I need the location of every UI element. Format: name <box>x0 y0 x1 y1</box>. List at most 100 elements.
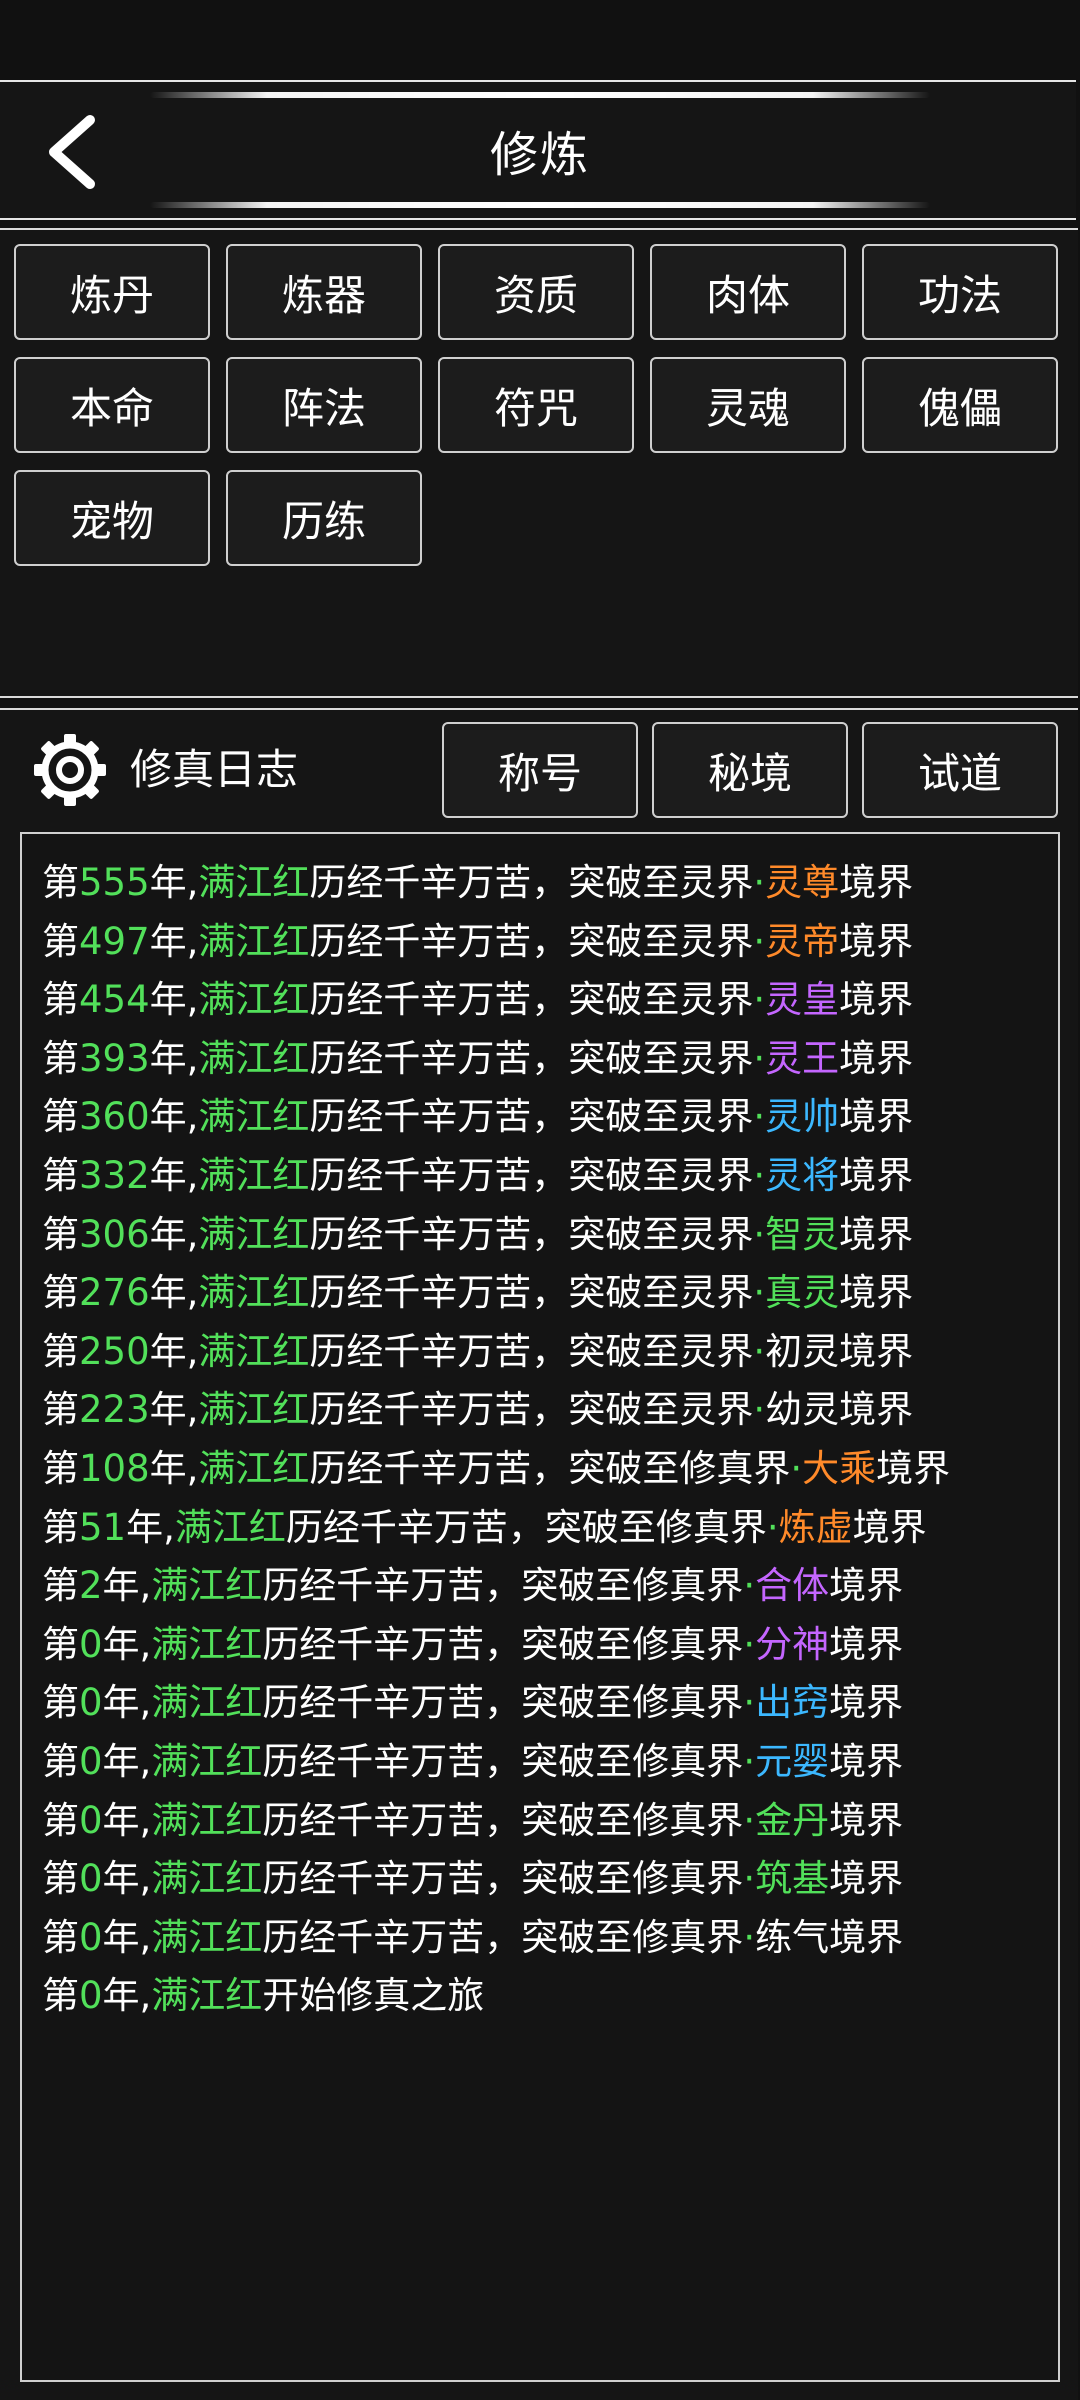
log-realm: 出窍 <box>755 1681 830 1725</box>
secret-realm-button[interactable]: 秘境 <box>652 722 848 818</box>
log-separator-dot: · <box>753 1212 766 1256</box>
trial-button[interactable]: 试道 <box>862 722 1058 818</box>
chevron-left-icon <box>49 115 95 189</box>
log-suffix: 境界 <box>839 978 914 1022</box>
log-realm: 智灵 <box>765 1212 840 1256</box>
log-character-name: 满江红 <box>198 1095 310 1139</box>
log-character-name: 满江红 <box>151 1564 263 1608</box>
log-prefix: 第 <box>42 1329 79 1373</box>
tab-forging[interactable]: 炼器 <box>226 244 422 340</box>
tab-talisman[interactable]: 符咒 <box>438 357 634 453</box>
log-entry: 第0年,满江红历经千辛万苦，突破至修真界·金丹境界 <box>42 1792 903 1850</box>
log-year: 306 <box>79 1212 150 1256</box>
log-realm: 灵尊 <box>765 861 840 904</box>
log-year: 2 <box>79 1564 103 1608</box>
log-entry: 第497年,满江红历经千辛万苦，突破至灵界·灵帝境界 <box>42 913 913 971</box>
log-prefix: 第 <box>42 1388 79 1432</box>
log-suffix: 境界 <box>829 1915 904 1959</box>
log-entry: 第276年,满江红历经千辛万苦，突破至灵界·真灵境界 <box>42 1264 913 1322</box>
tab-pet[interactable]: 宠物 <box>14 470 210 566</box>
log-separator-dot: · <box>790 1447 803 1490</box>
log-entry: 第0年,满江红历经千辛万苦，突破至修真界·练气境界 <box>42 1909 903 1967</box>
log-suffix: 境界 <box>829 1798 904 1842</box>
tab-body[interactable]: 肉体 <box>650 244 846 340</box>
log-title: 修真日志 <box>130 745 299 794</box>
log-separator-dot: · <box>753 1154 766 1197</box>
log-prefix: 第 <box>42 978 79 1022</box>
log-prefix: 第 <box>42 1681 79 1725</box>
log-prefix: 第 <box>42 1036 79 1080</box>
tab-soul[interactable]: 灵魂 <box>650 357 846 453</box>
log-realm: 元婴 <box>755 1740 830 1783</box>
log-suffix: 境界 <box>829 1622 904 1666</box>
tab-natal[interactable]: 本命 <box>14 357 210 453</box>
log-text: 开始修真之旅 <box>262 1974 485 2018</box>
gear-icon[interactable] <box>32 732 108 808</box>
log-realm: 初灵 <box>765 1329 840 1373</box>
log-suffix: 境界 <box>839 861 914 904</box>
log-character-name: 满江红 <box>198 1036 310 1080</box>
log-separator-dot: · <box>753 978 766 1022</box>
log-list[interactable]: 第555年,满江红历经千辛万苦，突破至灵界·灵尊境界 第497年,满江红历经千辛万… <box>20 832 1060 2382</box>
log-year-suffix: 年, <box>102 1740 152 1783</box>
log-year-suffix: 年, <box>149 1036 199 1080</box>
log-character-name: 满江红 <box>198 1212 310 1256</box>
log-entry: 第393年,满江红历经千辛万苦，突破至灵界·灵王境界 <box>42 1030 913 1088</box>
log-year: 223 <box>79 1388 150 1432</box>
log-character-name: 满江红 <box>174 1505 286 1549</box>
log-character-name: 满江红 <box>151 1622 263 1666</box>
log-year-suffix: 年, <box>149 1271 199 1315</box>
log-prefix: 第 <box>42 1622 79 1666</box>
log-text: 历经千辛万苦，突破至修真界 <box>262 1681 744 1725</box>
log-suffix: 境界 <box>829 1564 904 1608</box>
page-title: 修炼 <box>489 127 590 183</box>
log-realm: 灵王 <box>765 1036 840 1080</box>
log-text: 历经千辛万苦，突破至灵界 <box>309 1095 754 1139</box>
log-year: 0 <box>79 1622 103 1666</box>
log-prefix: 第 <box>42 1974 79 2018</box>
log-year: 0 <box>79 1974 103 2018</box>
log-prefix: 第 <box>42 1564 79 1608</box>
tab-formation[interactable]: 阵法 <box>226 357 422 453</box>
log-year: 51 <box>79 1505 127 1549</box>
title-button[interactable]: 称号 <box>442 722 638 818</box>
log-year: 0 <box>79 1740 103 1783</box>
tab-technique[interactable]: 功法 <box>862 244 1058 340</box>
back-button[interactable] <box>40 112 110 192</box>
log-text: 历经千辛万苦，突破至修真界 <box>262 1564 744 1608</box>
log-year-suffix: 年, <box>102 1857 152 1901</box>
header-bar: 修炼 <box>0 80 1076 220</box>
log-year: 454 <box>79 978 150 1022</box>
log-year: 393 <box>79 1036 150 1080</box>
tab-alchemy[interactable]: 炼丹 <box>14 244 210 340</box>
log-entry: 第223年,满江红历经千辛万苦，突破至灵界·幼灵境界 <box>42 1381 913 1439</box>
log-suffix: 境界 <box>839 919 914 963</box>
tab-training[interactable]: 历练 <box>226 470 422 566</box>
log-entry: 第0年,满江红历经千辛万苦，突破至修真界·元婴境界 <box>42 1733 903 1791</box>
log-separator-dot: · <box>766 1505 779 1549</box>
log-year-suffix: 年, <box>102 1622 152 1666</box>
cultivation-tabs-panel: 炼丹 炼器 资质 肉体 功法 本命 阵法 符咒 灵魂 傀儡 宠物 历练 <box>0 228 1078 698</box>
log-entry: 第51年,满江红历经千辛万苦，突破至修真界·炼虚境界 <box>42 1499 927 1557</box>
log-realm: 筑基 <box>755 1857 830 1901</box>
log-year-suffix: 年, <box>102 1915 152 1959</box>
log-character-name: 满江红 <box>151 1974 263 2018</box>
log-prefix: 第 <box>42 1212 79 1256</box>
log-text: 历经千辛万苦，突破至灵界 <box>309 1212 754 1256</box>
log-prefix: 第 <box>42 1505 79 1549</box>
log-year-suffix: 年, <box>149 1154 199 1197</box>
log-separator-dot: · <box>743 1622 756 1666</box>
log-year-suffix: 年, <box>149 1212 199 1256</box>
log-character-name: 满江红 <box>151 1681 263 1725</box>
log-separator-dot: · <box>743 1798 756 1842</box>
log-suffix: 境界 <box>829 1857 904 1901</box>
log-realm: 灵帝 <box>765 919 840 963</box>
log-year: 108 <box>79 1447 150 1490</box>
tab-puppet[interactable]: 傀儡 <box>862 357 1058 453</box>
log-separator-dot: · <box>753 1388 766 1432</box>
log-text: 历经千辛万苦，突破至灵界 <box>309 1329 754 1373</box>
tab-aptitude[interactable]: 资质 <box>438 244 634 340</box>
log-entry: 第454年,满江红历经千辛万苦，突破至灵界·灵皇境界 <box>42 971 913 1029</box>
log-character-name: 满江红 <box>198 1447 310 1490</box>
log-realm: 灵将 <box>765 1154 840 1197</box>
